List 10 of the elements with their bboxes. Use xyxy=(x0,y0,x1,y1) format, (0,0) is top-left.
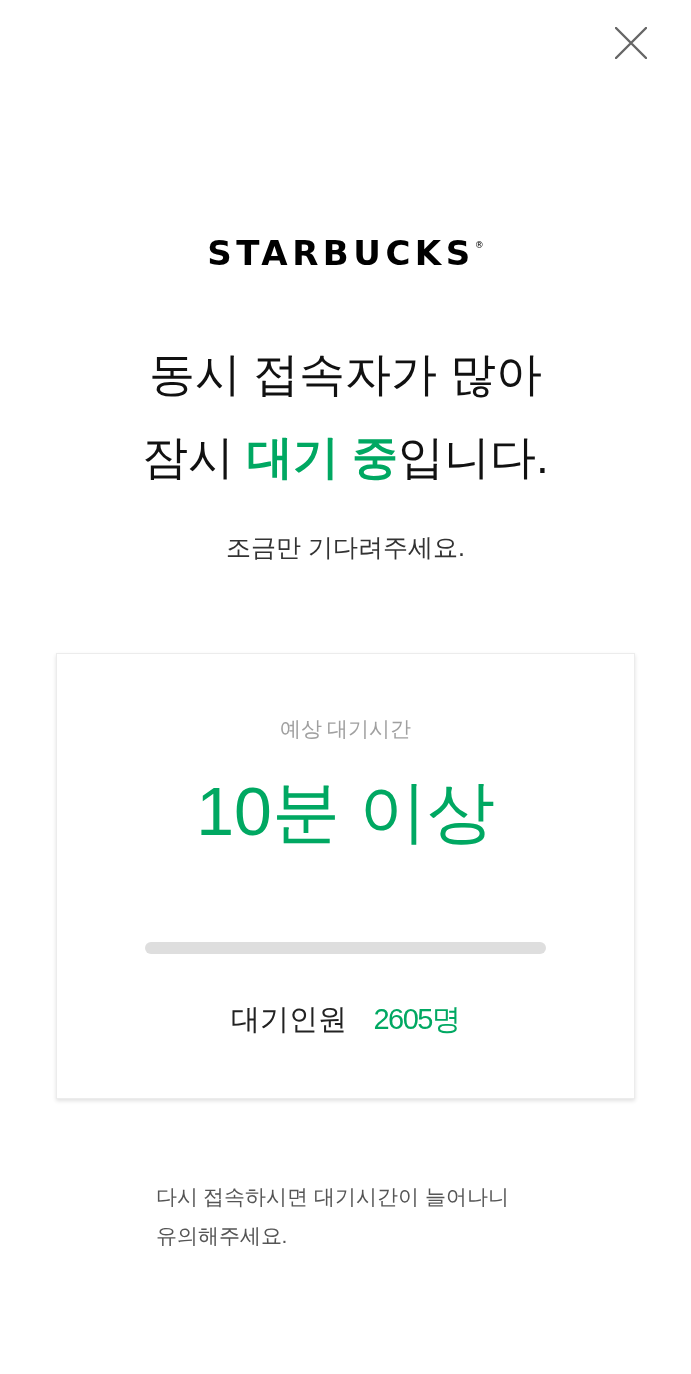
queue-count: 2605명 xyxy=(373,1002,460,1037)
estimate-label: 예상 대기시간 xyxy=(279,716,412,742)
notice-text: 다시 접속하시면 대기시간이 늘어나니 유의해주세요. xyxy=(155,1184,510,1249)
estimate-value: 10분 이상 xyxy=(196,772,495,851)
subtitle: 조금만 기다려주세요. xyxy=(226,532,465,563)
logo-wordmark: STARBUCKS$^{®}$ xyxy=(207,233,484,273)
close-icon xyxy=(615,27,647,59)
queue-label: 대기인원 xyxy=(231,1002,348,1037)
headline-line: 동시 접속자가 많아 xyxy=(148,347,543,402)
headline-line: 잠시 대기 중입니다. xyxy=(142,430,549,485)
